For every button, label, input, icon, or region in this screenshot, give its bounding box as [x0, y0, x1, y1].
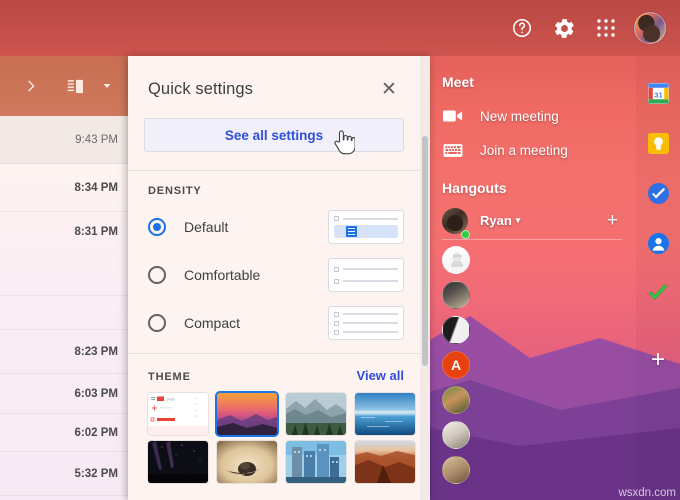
page-title: Quick settings	[148, 79, 254, 98]
radio-default[interactable]	[148, 218, 166, 236]
table-row[interactable]: 5:32 PM	[0, 452, 128, 496]
close-icon[interactable]: ✕	[376, 76, 402, 102]
radio-comfortable[interactable]	[148, 266, 166, 284]
density-preview-default	[328, 210, 404, 244]
list-item[interactable]	[442, 456, 470, 484]
expand-chevron-icon[interactable]	[16, 71, 46, 101]
theme-night-sky[interactable]	[148, 441, 208, 483]
hangouts-heading: Hangouts	[442, 180, 507, 196]
meet-heading: Meet	[442, 74, 474, 90]
see-all-settings-button[interactable]: See all settings	[144, 118, 404, 152]
theme-sunset[interactable]	[217, 393, 277, 435]
theme-section-label: THEME	[148, 371, 191, 383]
density-option-comfortable[interactable]: Comfortable	[128, 251, 420, 299]
list-item[interactable]	[442, 281, 470, 309]
scrollbar-thumb[interactable]	[422, 136, 428, 366]
mail-timestamp: 6:02 PM	[74, 426, 118, 439]
quick-settings-panel: Quick settings ✕ See all settings DENSIT…	[128, 56, 430, 500]
table-row[interactable]: 8:23 PM	[0, 330, 128, 374]
table-row[interactable]: 6:02 PM	[0, 414, 128, 452]
add-app-button[interactable]: +	[651, 348, 665, 372]
add-conversation-button[interactable]: +	[607, 211, 618, 230]
side-app-rail: 31 +	[636, 56, 680, 500]
density-label-default: Default	[184, 219, 229, 235]
theme-section-header: THEME View all	[128, 354, 420, 391]
mail-timestamp: 8:34 PM	[74, 181, 118, 194]
table-row[interactable]	[0, 296, 128, 330]
view-all-themes-link[interactable]: View all	[357, 368, 404, 383]
mail-timestamp: 5:32 PM	[74, 467, 118, 480]
list-item[interactable]: A	[442, 351, 470, 379]
join-meeting-label: Join a meeting	[480, 142, 568, 158]
theme-desert-rock[interactable]	[217, 441, 277, 483]
hangouts-contact-list: A	[442, 246, 636, 484]
hangouts-current-user[interactable]: Ryan ▾ +	[442, 202, 622, 240]
density-preview-compact	[328, 306, 404, 340]
see-all-settings-label: See all settings	[224, 127, 324, 143]
split-pane-icon[interactable]	[60, 71, 90, 101]
quick-settings-header: Quick settings ✕	[128, 56, 420, 118]
table-row[interactable]: 8:34 PM	[0, 164, 128, 212]
join-meeting-button[interactable]: Join a meeting	[442, 134, 636, 166]
gear-icon[interactable]	[544, 8, 584, 48]
radio-compact[interactable]	[148, 314, 166, 332]
new-meeting-label: New meeting	[480, 108, 559, 124]
google-contacts-icon[interactable]	[647, 232, 669, 254]
table-row[interactable]: 9:43 PM	[0, 116, 128, 164]
google-keep-icon[interactable]	[647, 132, 669, 154]
top-header-bar	[0, 0, 680, 56]
help-icon[interactable]	[502, 8, 542, 48]
theme-gmail-default[interactable]: Gmail	[148, 393, 208, 435]
list-item[interactable]	[442, 421, 470, 449]
density-preview-comfortable	[328, 258, 404, 292]
chevron-down-icon[interactable]	[92, 71, 122, 101]
hangouts-user-name: Ryan	[480, 213, 512, 228]
density-option-compact[interactable]: Compact	[128, 299, 420, 347]
meet-hangouts-panel: Meet New meeting Join a meeting Hangouts…	[428, 56, 636, 500]
list-item[interactable]	[442, 246, 470, 274]
avatar[interactable]	[634, 12, 666, 44]
avatar-initial: A	[450, 357, 462, 373]
svg-text:Gmail: Gmail	[166, 398, 175, 402]
svg-text:31: 31	[654, 90, 663, 99]
google-calendar-icon[interactable]: 31	[647, 82, 669, 104]
density-label-comfortable: Comfortable	[184, 267, 261, 283]
video-camera-icon	[442, 105, 464, 127]
mail-list[interactable]: 9:43 PM 8:34 PM 8:31 PM 8:23 PM 6:03 PM …	[0, 116, 128, 500]
mail-timestamp: 9:43 PM	[75, 133, 118, 146]
gmail-window: 9:43 PM 8:34 PM 8:31 PM 8:23 PM 6:03 PM …	[0, 0, 680, 500]
google-tasks-icon[interactable]	[647, 182, 669, 204]
mail-timestamp: 6:03 PM	[74, 387, 118, 400]
new-meeting-button[interactable]: New meeting	[442, 100, 636, 132]
theme-blue-lake[interactable]	[355, 393, 415, 435]
density-label-compact: Compact	[184, 315, 241, 331]
keyboard-icon	[442, 139, 464, 161]
theme-thumbnail-grid: Gmail	[128, 391, 420, 497]
list-item[interactable]	[442, 316, 470, 344]
table-row[interactable]: 6:03 PM	[0, 374, 128, 414]
mail-toolbar	[0, 56, 128, 116]
theme-canyon[interactable]	[355, 441, 415, 483]
table-row[interactable]: 8:31 PM	[0, 212, 128, 296]
checkmark-icon[interactable]	[647, 282, 669, 304]
density-option-default[interactable]: Default	[128, 203, 420, 251]
list-item[interactable]	[442, 386, 470, 414]
chevron-down-icon[interactable]: ▾	[516, 215, 521, 226]
mail-timestamp: 8:31 PM	[74, 226, 118, 238]
apps-grid-icon[interactable]	[586, 8, 626, 48]
status-badge	[461, 230, 470, 239]
hangouts-user-name-wrap: Ryan ▾	[480, 213, 520, 228]
mail-timestamp: 8:23 PM	[74, 345, 118, 358]
theme-city-towers[interactable]	[286, 441, 346, 483]
theme-mountains[interactable]	[286, 393, 346, 435]
density-section-label: DENSITY	[148, 185, 202, 197]
watermark: wsxdn.com	[618, 487, 676, 499]
